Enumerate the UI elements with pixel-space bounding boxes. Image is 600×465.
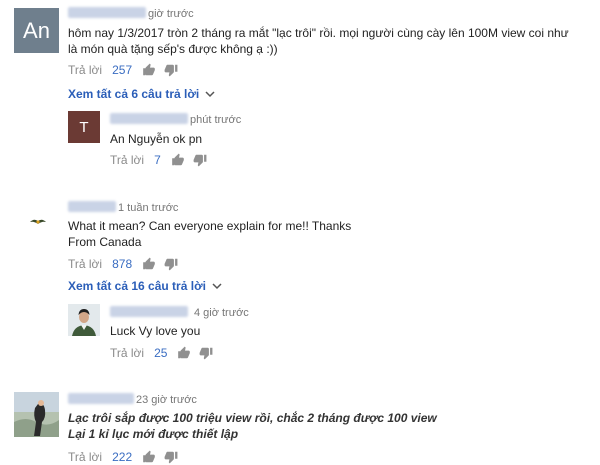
landscape-photo-icon	[14, 392, 59, 437]
comment-actions: Trả lời 878	[68, 257, 186, 271]
reply-button[interactable]: Trả lời	[110, 346, 144, 360]
thumb-up-icon[interactable]	[142, 450, 156, 464]
thumb-down-icon[interactable]	[164, 450, 178, 464]
thumb-down-icon[interactable]	[199, 346, 213, 360]
reply-actions: Trả lời 7	[110, 153, 215, 167]
chevron-down-icon	[212, 283, 222, 290]
like-count: 222	[112, 450, 133, 464]
avatar[interactable]	[14, 392, 59, 437]
author-name[interactable]	[68, 201, 116, 212]
reply-avatar[interactable]: T	[68, 111, 100, 143]
comment-2: 1 tuần trước What it mean? Can everyone …	[0, 195, 600, 370]
reply-button[interactable]: Trả lời	[68, 257, 102, 271]
like-count: 7	[154, 153, 161, 167]
like-count: 25	[154, 346, 168, 360]
reply-author-name[interactable]	[110, 306, 188, 317]
view-replies-button[interactable]: Xem tất cả 6 câu trả lời	[68, 87, 215, 101]
thumb-down-icon[interactable]	[164, 63, 178, 77]
comment-header: 1 tuần trước	[68, 201, 178, 214]
bird-logo-icon	[30, 219, 46, 224]
reply-time[interactable]: phút trước	[190, 114, 241, 126]
reply-text: Luck Vy love you	[110, 324, 201, 338]
reply-button[interactable]: Trả lời	[68, 450, 102, 464]
reply-avatar[interactable]	[68, 304, 100, 336]
comment-1: An giờ trước hôm nay 1/3/2017 tròn 2 thá…	[0, 0, 600, 180]
reply-button[interactable]: Trả lời	[68, 63, 102, 77]
thumb-up-icon[interactable]	[142, 63, 156, 77]
reply-author-name[interactable]	[110, 113, 188, 124]
person-photo-icon	[68, 304, 100, 336]
reply-time[interactable]: 4 giờ trước	[194, 307, 249, 319]
reply-header: phút trước	[110, 113, 241, 126]
thumb-up-icon[interactable]	[177, 346, 191, 360]
avatar[interactable]: An	[14, 8, 59, 53]
comment-actions: Trả lời 257	[68, 63, 186, 77]
thumb-down-icon[interactable]	[193, 153, 207, 167]
comment-text: hôm nay 1/3/2017 tròn 2 tháng ra mắt "lạ…	[68, 26, 569, 56]
author-name[interactable]	[68, 7, 146, 18]
comment-text: Lạc trôi sắp được 100 triệu view rồi, ch…	[68, 411, 437, 441]
comment-actions: Trả lời 222	[68, 450, 186, 464]
view-replies-button[interactable]: Xem tất cả 16 câu trả lời	[68, 279, 222, 293]
like-count: 878	[112, 257, 133, 271]
thumb-down-icon[interactable]	[164, 257, 178, 271]
author-name[interactable]	[68, 393, 134, 404]
comment-time[interactable]: giờ trước	[148, 8, 194, 20]
reply-button[interactable]: Trả lời	[110, 153, 144, 167]
comment-3: 23 giờ trước Lạc trôi sắp được 100 triệu…	[0, 388, 600, 465]
chevron-down-icon	[205, 91, 215, 98]
comment-time[interactable]: 23 giờ trước	[136, 394, 197, 406]
comment-time[interactable]: 1 tuần trước	[118, 202, 178, 214]
like-count: 257	[112, 63, 133, 77]
reply-actions: Trả lời 25	[110, 346, 221, 360]
thumb-up-icon[interactable]	[142, 257, 156, 271]
reply-header: 4 giờ trước	[110, 306, 249, 319]
thumb-up-icon[interactable]	[171, 153, 185, 167]
comment-text: What it mean? Can everyone explain for m…	[68, 219, 352, 249]
comment-header: 23 giờ trước	[68, 393, 197, 406]
avatar[interactable]	[30, 215, 46, 225]
reply-text: An Nguyễn ok pn	[110, 132, 203, 146]
comment-header: giờ trước	[68, 7, 194, 20]
